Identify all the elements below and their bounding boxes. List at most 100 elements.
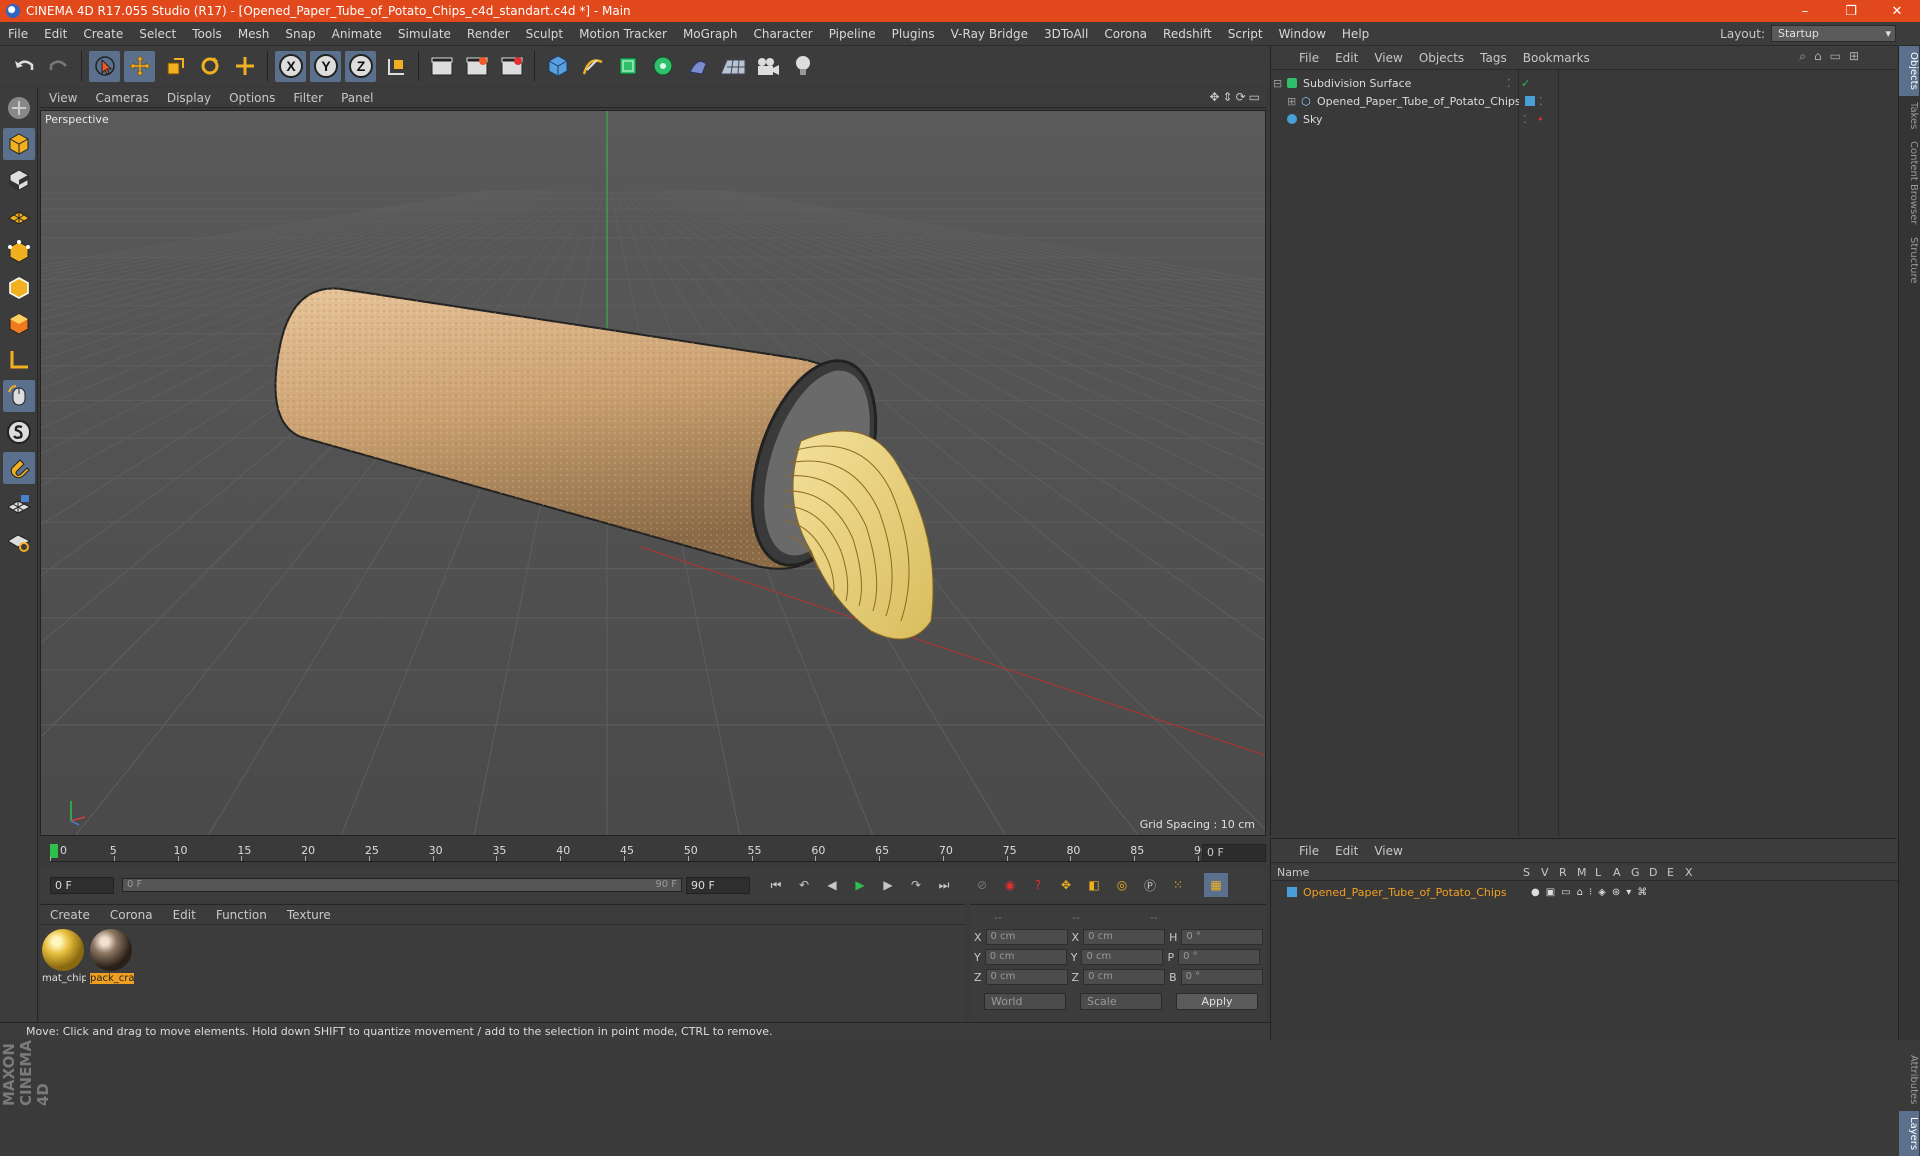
viewport-menu-display[interactable]: Display (158, 91, 220, 105)
next-frame-button[interactable]: ▶ (876, 873, 900, 897)
object-menu-file[interactable]: File (1291, 51, 1327, 65)
perspective-viewport[interactable]: Perspective Grid Spacing : 10 cm (40, 110, 1266, 836)
layer-column-g[interactable]: G (1631, 866, 1640, 879)
layer-column-r[interactable]: R (1559, 866, 1567, 879)
rotate-tool[interactable] (194, 51, 225, 82)
size-y-field[interactable]: 0 cm (1081, 949, 1164, 965)
start-frame-field[interactable]: 0 F (50, 876, 114, 894)
enable-quantizing-button[interactable] (3, 488, 35, 520)
side-tab-structure[interactable]: Structure (1899, 231, 1919, 290)
layer-column-m[interactable]: M (1577, 866, 1587, 879)
menu-help[interactable]: Help (1334, 27, 1377, 41)
add-spline-button[interactable] (577, 51, 608, 82)
add-mograph-button[interactable] (647, 51, 678, 82)
layer-menu-file[interactable]: File (1291, 844, 1327, 858)
model-mode-button[interactable] (3, 128, 35, 160)
live-selection-tool[interactable] (89, 50, 120, 82)
points-mode-button[interactable] (3, 236, 35, 268)
menu-simulate[interactable]: Simulate (390, 27, 459, 41)
frame-range-slider[interactable]: 0 F 90 F (122, 878, 682, 892)
key-parameter-button[interactable]: Ⓟ (1138, 873, 1162, 897)
menu-window[interactable]: Window (1271, 27, 1334, 41)
go-to-end-button[interactable]: ⏭ (932, 873, 956, 897)
material-menu-corona[interactable]: Corona (100, 908, 163, 922)
material-mat-chip[interactable]: mat_chip (42, 929, 86, 989)
rotation-h-field[interactable]: 0 ° (1181, 929, 1264, 945)
material-menu-edit[interactable]: Edit (163, 908, 206, 922)
material-menu-function[interactable]: Function (206, 908, 277, 922)
object-menu-edit[interactable]: Edit (1327, 51, 1366, 65)
object-menu-objects[interactable]: Objects (1411, 51, 1472, 65)
undo-button[interactable] (8, 51, 39, 82)
minimize-button[interactable]: – (1782, 4, 1828, 19)
rotation-b-field[interactable]: 0 ° (1180, 969, 1263, 985)
menu-v-ray-bridge[interactable]: V-Ray Bridge (943, 27, 1036, 41)
menu-snap[interactable]: Snap (277, 27, 323, 41)
render-to-picture-viewer-button[interactable] (461, 51, 492, 82)
expand-icon[interactable]: ⊞ (1287, 95, 1301, 108)
size-z-field[interactable]: 0 cm (1083, 969, 1166, 985)
redo-button[interactable] (43, 51, 74, 82)
object-menu-bookmarks[interactable]: Bookmarks (1515, 51, 1598, 65)
next-key-button[interactable]: ↷ (904, 873, 928, 897)
layer-column-d[interactable]: D (1649, 866, 1657, 879)
y-axis-lock[interactable]: Y (310, 50, 341, 82)
key-position-button[interactable]: ✥ (1054, 873, 1078, 897)
current-frame-field[interactable]: 0 F (1202, 844, 1266, 862)
material-pack-cra[interactable]: pack_cra (90, 929, 134, 989)
side-tab-content-browser[interactable]: Content Browser (1899, 135, 1919, 230)
layout-dropdown[interactable]: Startup ▾ (1771, 25, 1896, 42)
menu-tools[interactable]: Tools (184, 27, 230, 41)
polygons-mode-button[interactable] (3, 308, 35, 340)
menu-character[interactable]: Character (745, 27, 820, 41)
z-axis-lock[interactable]: Z (345, 50, 376, 82)
menu-mograph[interactable]: MoGraph (675, 27, 746, 41)
add-light-button[interactable] (787, 51, 818, 82)
record-keys-disabled-button[interactable]: ⊘ (970, 873, 994, 897)
menu-render[interactable]: Render (459, 27, 518, 41)
coordinate-system-button[interactable] (380, 51, 411, 82)
menu-redshift[interactable]: Redshift (1155, 27, 1220, 41)
add-subdivision-button[interactable] (612, 51, 643, 82)
viewport-menu-view[interactable]: View (40, 91, 86, 105)
pan-view-icon[interactable]: ✥ (1209, 90, 1219, 104)
object-menu-view[interactable]: View (1366, 51, 1410, 65)
menu-select[interactable]: Select (131, 27, 184, 41)
render-off-icon[interactable]: • (1537, 113, 1544, 126)
object-row-sky[interactable]: Sky ⁚ • (1273, 110, 1893, 128)
material-menu-texture[interactable]: Texture (277, 908, 341, 922)
rotation-p-field[interactable]: 0 ° (1178, 949, 1261, 965)
side-tab-takes[interactable]: Takes (1899, 96, 1919, 135)
play-button[interactable]: ▶ (848, 873, 872, 897)
enabled-check-icon[interactable]: ✓ (1521, 77, 1530, 90)
object-row-paper-tube[interactable]: ⊞ ⬡ Opened_Paper_Tube_of_Potato_Chips ⁚ (1273, 92, 1893, 110)
world-dropdown[interactable]: World (984, 993, 1066, 1010)
go-to-start-button[interactable]: ⏮ (764, 873, 788, 897)
viewport-menu-panel[interactable]: Panel (332, 91, 382, 105)
record-active-objects-button[interactable]: ◉ (998, 873, 1022, 897)
layer-column-s[interactable]: S (1523, 866, 1530, 879)
dolly-view-icon[interactable]: ⇕ (1223, 90, 1233, 104)
minimize-panel-icon[interactable]: ▭ (1830, 49, 1841, 64)
move-tool[interactable] (124, 50, 155, 82)
layer-column-a[interactable]: A (1613, 866, 1621, 879)
position-y-field[interactable]: 0 cm (984, 949, 1067, 965)
menu-pipeline[interactable]: Pipeline (821, 27, 884, 41)
layer-menu-view[interactable]: View (1366, 844, 1410, 858)
solo-button[interactable] (3, 416, 35, 448)
menu-plugins[interactable]: Plugins (884, 27, 943, 41)
layer-menu-edit[interactable]: Edit (1327, 844, 1366, 858)
render-view-button[interactable] (426, 51, 457, 82)
menu-corona[interactable]: Corona (1096, 27, 1155, 41)
menu-motion-tracker[interactable]: Motion Tracker (571, 27, 675, 41)
layer-column-e[interactable]: E (1667, 866, 1674, 879)
viewport-menu-options[interactable]: Options (220, 91, 284, 105)
side-tab-objects[interactable]: Objects (1899, 46, 1919, 96)
make-editable-button[interactable] (3, 92, 35, 124)
workplane-mode-button[interactable] (3, 200, 35, 232)
menu-file[interactable]: File (0, 27, 36, 41)
timeline-settings-button[interactable]: ▦ (1204, 873, 1228, 897)
scale-tool[interactable] (159, 51, 190, 82)
layer-column-l[interactable]: L (1595, 866, 1601, 879)
tweak-mode-button[interactable] (3, 380, 35, 412)
